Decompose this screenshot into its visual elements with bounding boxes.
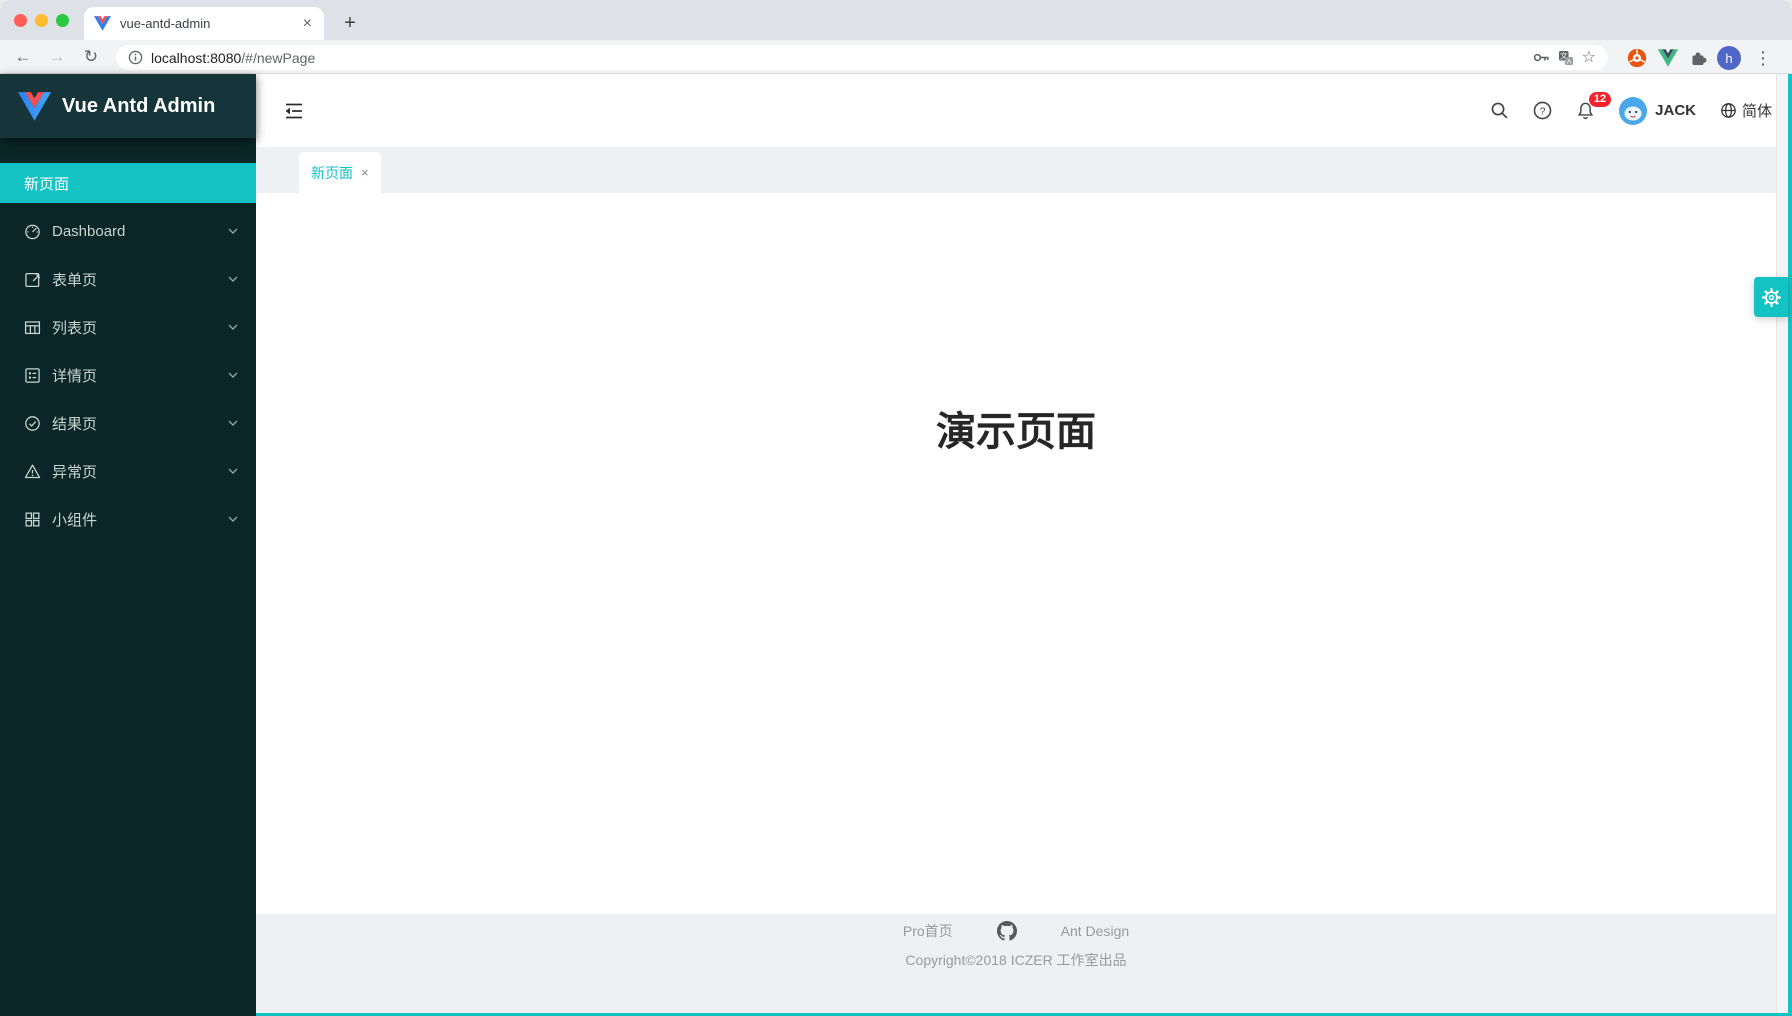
new-tab-button[interactable]: + [336,9,364,37]
sidebar-item-result[interactable]: 结果页 [0,403,256,443]
help-button[interactable]: ? [1533,101,1552,120]
sidebar-item-exception[interactable]: 异常页 [0,451,256,491]
password-key-icon[interactable] [1533,50,1550,65]
page-panel: 演示页面 [256,193,1776,914]
svg-text:?: ? [1540,105,1546,117]
globe-icon [1720,102,1737,119]
settings-drawer-button[interactable] [1754,277,1788,317]
sidebar-menu: 新页面 Dashboard [0,138,256,539]
copyright: Copyright©2018 ICZER 工作室出品 [256,950,1776,970]
chevron-down-icon [228,516,238,522]
vue-favicon-icon [94,16,111,31]
minimize-window-button[interactable] [35,14,48,27]
content-area: 新页面 × 演示页面 Pro首页 Ant Design Copyright©20… [256,147,1792,1016]
vue-devtools-extension-icon[interactable] [1655,45,1681,71]
chevron-down-icon [228,228,238,234]
window-controls [14,14,69,27]
chevron-down-icon [228,468,238,474]
sidebar-item-form[interactable]: 表单页 [0,259,256,299]
forward-button[interactable]: → [44,44,70,70]
user-menu[interactable]: JACK [1619,97,1696,125]
footer-link-ant-design[interactable]: Ant Design [1061,923,1129,939]
address-bar[interactable]: localhost:8080/#/newPage 文 A ☆ [116,45,1608,70]
menu-fold-icon [282,99,306,123]
chevron-down-icon [228,324,238,330]
sidebar-item-label: 异常页 [52,461,228,482]
app-title: Vue Antd Admin [62,95,215,118]
search-button[interactable] [1490,101,1509,120]
extensions-puzzle-icon[interactable] [1686,45,1712,71]
sidebar-item-widgets[interactable]: 小组件 [0,499,256,539]
dashboard-icon [24,223,41,240]
close-window-button[interactable] [14,14,27,27]
language-switcher[interactable]: 简体 [1720,100,1772,121]
avatar [1619,97,1647,125]
url-text: localhost:8080/#/newPage [151,50,315,66]
gear-icon [1761,287,1782,308]
notification-badge: 12 [1588,91,1612,108]
page-footer: Pro首页 Ant Design Copyright©2018 ICZER 工作… [256,921,1776,970]
app-header: ? 12 JACK [256,74,1792,147]
sidebar-item-label: 新页面 [24,173,69,194]
page-tab-close-icon[interactable]: × [361,165,369,180]
page-info-icon[interactable] [128,50,143,65]
bookmark-star-icon[interactable]: ☆ [1582,50,1596,66]
chevron-down-icon [228,372,238,378]
appstore-icon [24,511,41,528]
user-name: JACK [1655,102,1696,119]
reload-button[interactable]: ↻ [78,44,104,70]
zoom-window-button[interactable] [56,14,69,27]
page-tab-label: 新页面 [311,163,353,183]
sidebar-item-detail[interactable]: 详情页 [0,355,256,395]
question-circle-icon: ? [1533,101,1552,120]
warning-icon [24,463,41,480]
chevron-down-icon [228,276,238,282]
sidebar-item-label: 结果页 [52,413,228,434]
sidebar-item-label: 列表页 [52,317,228,338]
footer-links: Pro首页 Ant Design [256,921,1776,941]
sidebar-logo-bar[interactable]: Vue Antd Admin [0,74,256,138]
browser-tabstrip: vue-antd-admin × + [0,0,1792,40]
form-icon [24,271,41,288]
browser-scrollbar[interactable] [1776,74,1788,1016]
notifications-button[interactable]: 12 [1576,101,1595,120]
sidebar-item-new-page[interactable]: 新页面 [0,163,256,203]
menu-fold-button[interactable] [282,99,306,123]
github-icon [997,921,1017,941]
url-host: localhost:8080 [151,50,241,66]
profile-icon [24,367,41,384]
header-actions: ? 12 JACK [1490,74,1772,147]
sidebar-item-label: 小组件 [52,509,228,530]
check-circle-icon [24,415,41,432]
chevron-down-icon [228,420,238,426]
svg-text:A: A [1566,58,1571,65]
browser-tab[interactable]: vue-antd-admin × [84,7,324,40]
vue-logo-icon [18,92,51,121]
sidebar-item-label: Dashboard [52,223,228,240]
sidebar-item-list[interactable]: 列表页 [0,307,256,347]
back-button[interactable]: ← [10,44,36,70]
sidebar-item-dashboard[interactable]: Dashboard [0,211,256,251]
tab-close-icon[interactable]: × [301,15,314,33]
extension-orange-icon[interactable] [1624,45,1650,71]
browser-profile-avatar[interactable]: h [1716,45,1742,71]
github-link[interactable] [997,921,1017,941]
browser-window: vue-antd-admin × + ← → ↻ localhost:8080/… [0,0,1792,1016]
translate-icon[interactable]: 文 A [1558,50,1574,66]
page-tab[interactable]: 新页面 × [299,152,381,193]
url-path: /#/newPage [241,50,315,66]
sidebar-item-label: 详情页 [52,365,228,386]
profile-initial: h [1717,46,1741,70]
browser-menu-icon[interactable]: ⋮ [1750,45,1776,71]
footer-link-pro-home[interactable]: Pro首页 [903,921,953,941]
accent-edge-right [1788,74,1792,1016]
sidebar: Vue Antd Admin 新页面 Dashboard [0,74,256,1016]
browser-tab-title: vue-antd-admin [120,16,301,31]
language-label: 简体 [1742,100,1772,121]
sidebar-item-label: 表单页 [52,269,228,290]
page-title: 演示页面 [256,399,1776,457]
table-icon [24,319,41,336]
search-icon [1490,101,1509,120]
